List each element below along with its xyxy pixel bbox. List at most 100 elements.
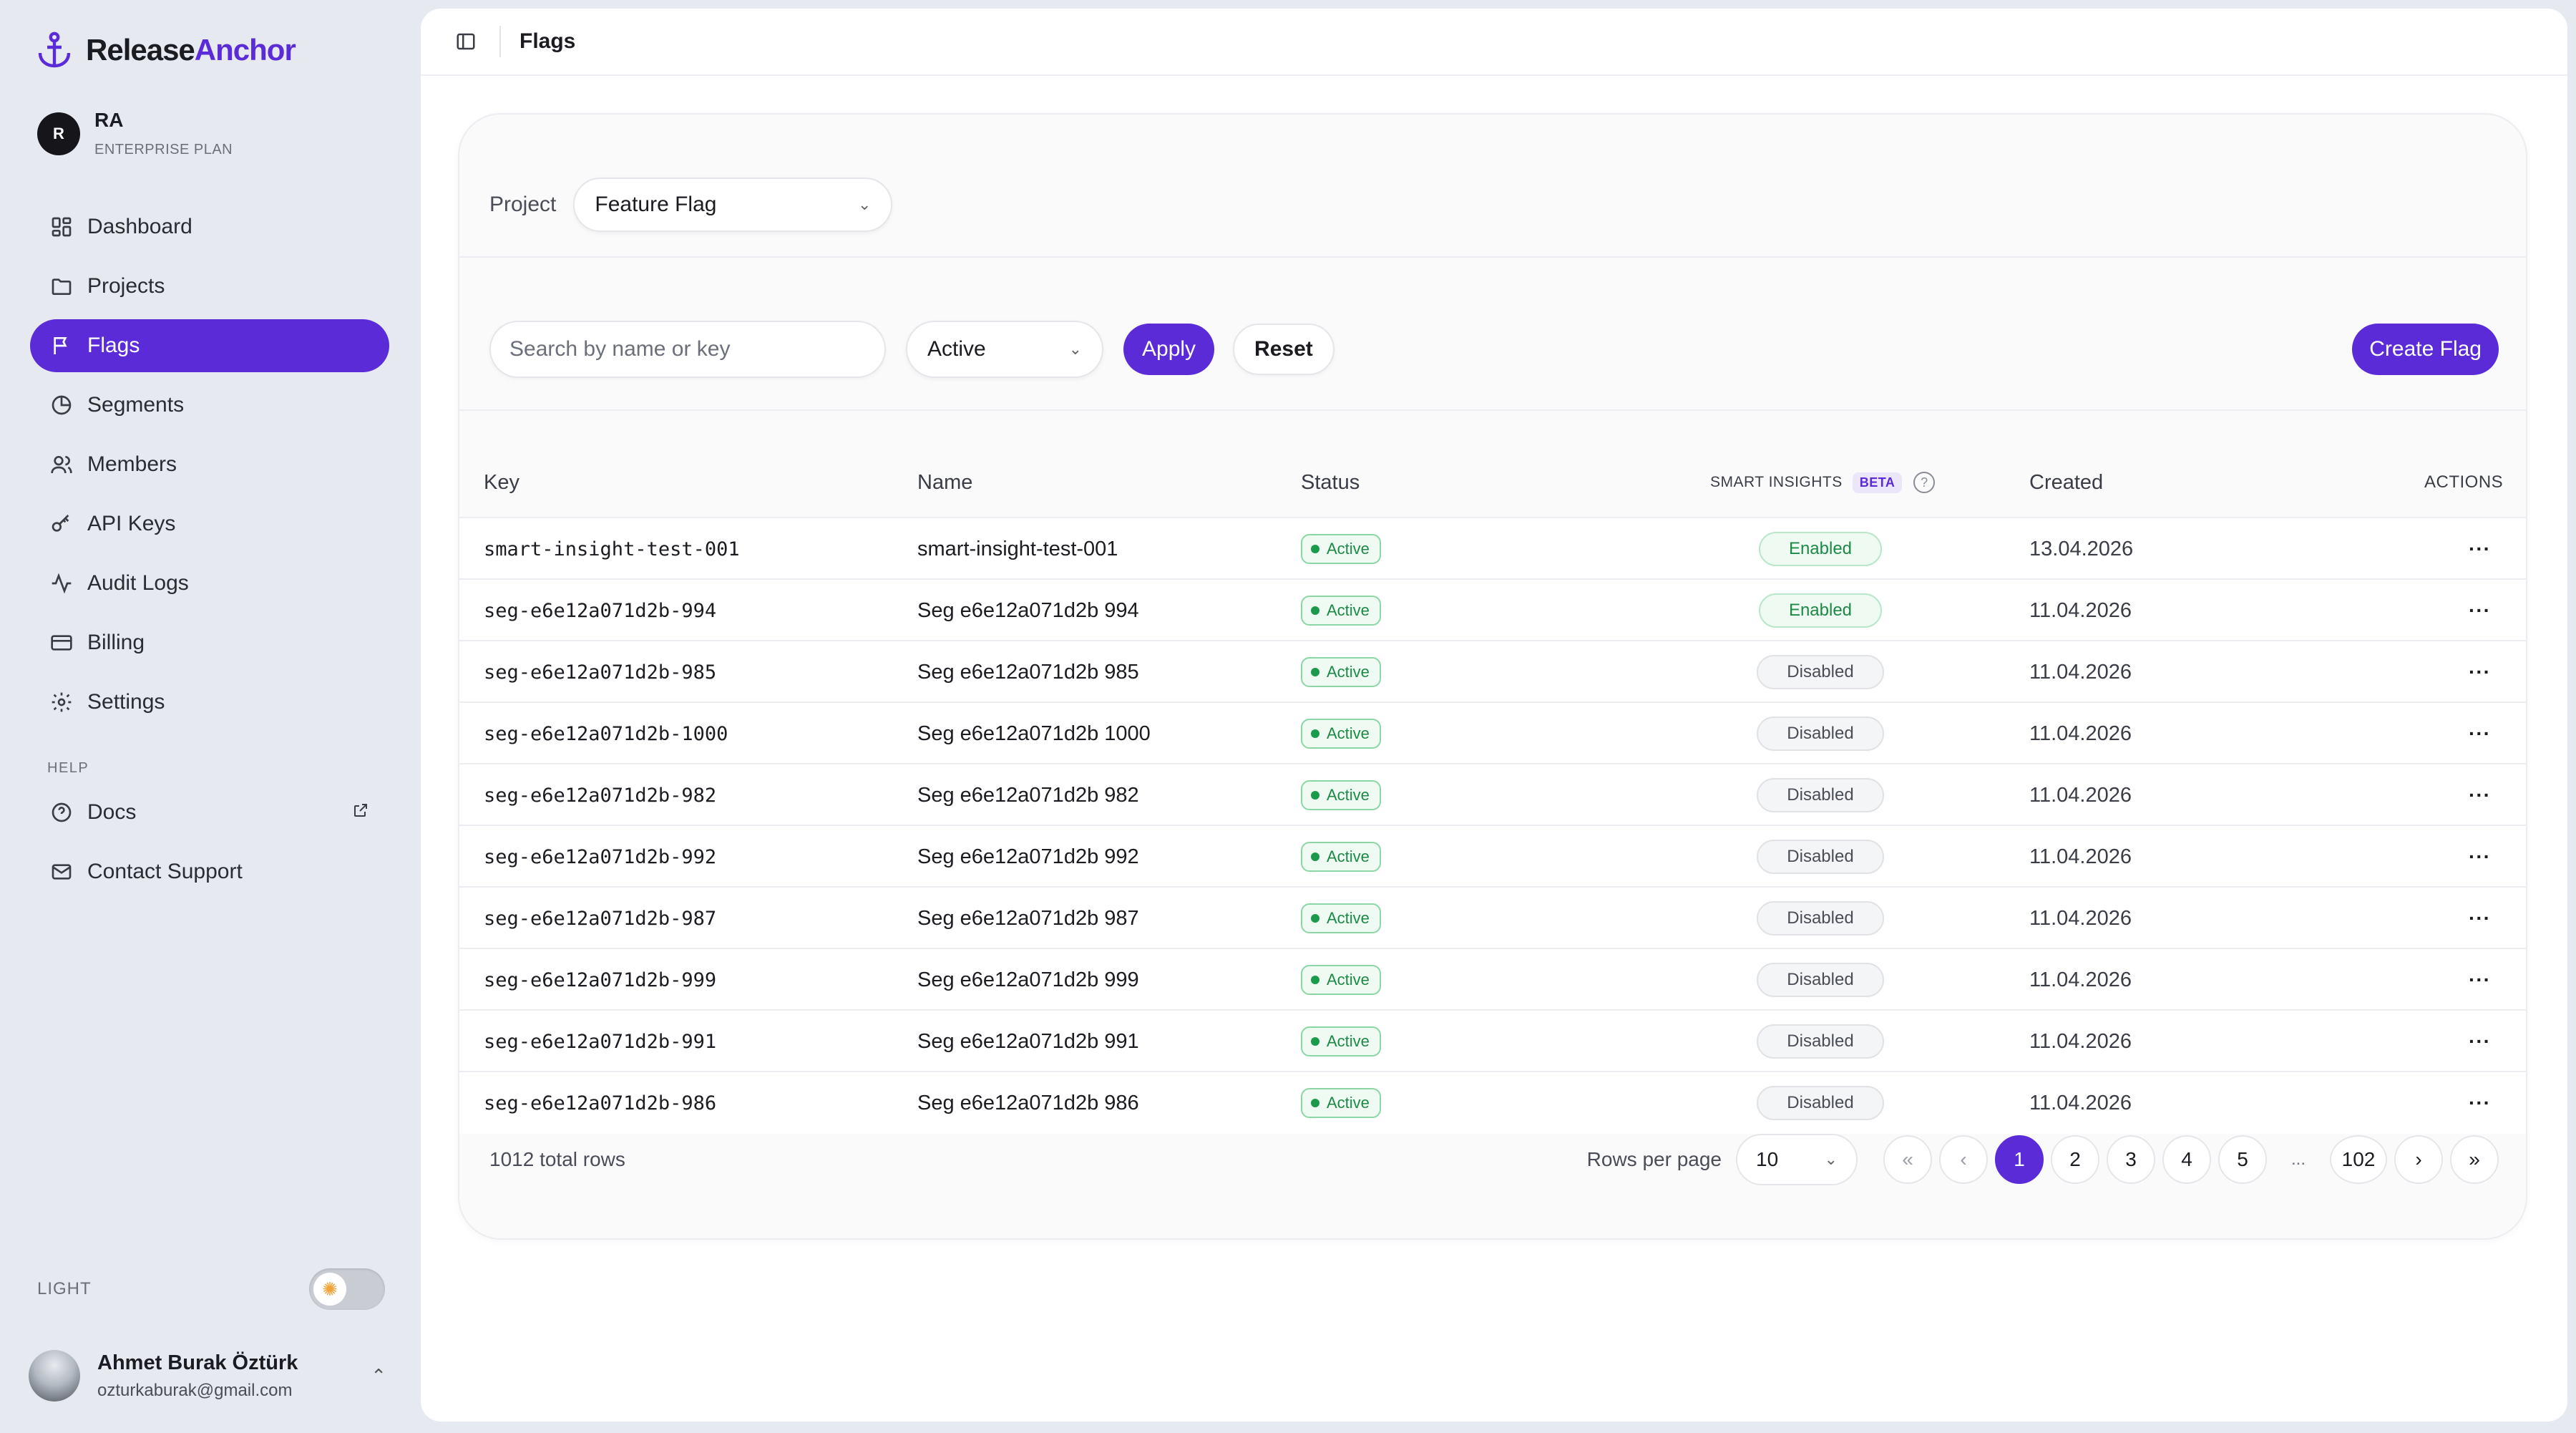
pie-icon: [52, 395, 72, 415]
nav-item-projects[interactable]: Projects: [30, 260, 389, 313]
sun-icon: ✺: [313, 1273, 346, 1306]
status-badge: Active: [1301, 534, 1381, 564]
more-actions-icon[interactable]: ···: [2469, 764, 2491, 826]
table-row[interactable]: seg-e6e12a071d2b-994 Seg e6e12a071d2b 99…: [459, 580, 2526, 641]
table-row[interactable]: seg-e6e12a071d2b-987 Seg e6e12a071d2b 98…: [459, 888, 2526, 949]
created-date: 11.04.2026: [2029, 968, 2132, 991]
divider: [499, 26, 501, 57]
more-actions-icon[interactable]: ···: [2469, 703, 2491, 764]
page-button[interactable]: 2: [2051, 1135, 2099, 1184]
chevron-down-icon: ⌄: [1068, 340, 1082, 358]
prev-page-button[interactable]: ‹: [1939, 1135, 1988, 1184]
first-page-button[interactable]: «: [1883, 1135, 1932, 1184]
org-avatar: R: [37, 112, 80, 155]
grid-icon: [52, 217, 72, 237]
table-row[interactable]: seg-e6e12a071d2b-991 Seg e6e12a071d2b 99…: [459, 1011, 2526, 1072]
table-row[interactable]: seg-e6e12a071d2b-982 Seg e6e12a071d2b 98…: [459, 764, 2526, 826]
project-selector-row: Project Feature Flag ⌄: [489, 178, 893, 232]
pagination-bar: 1012 total rows Rows per page 10 ⌄ « ‹ 1…: [489, 1132, 2499, 1187]
flag-name: Seg e6e12a071d2b 987: [917, 906, 1139, 930]
insight-badge[interactable]: Disabled: [1757, 963, 1884, 997]
column-header-status[interactable]: Status: [1301, 471, 1360, 495]
key-icon: [52, 515, 69, 532]
project-select[interactable]: Feature Flag ⌄: [573, 178, 893, 232]
insight-badge[interactable]: Disabled: [1757, 655, 1884, 689]
more-actions-icon[interactable]: ···: [2469, 641, 2491, 703]
status-badge: Active: [1301, 780, 1381, 810]
more-actions-icon[interactable]: ···: [2469, 888, 2491, 949]
status-filter-select[interactable]: Active ⌄: [906, 321, 1103, 378]
activity-icon: [52, 573, 72, 594]
nav-item-audit-logs[interactable]: Audit Logs: [30, 557, 389, 610]
flag-key: seg-e6e12a071d2b-985: [484, 661, 717, 684]
table-row[interactable]: seg-e6e12a071d2b-986 Seg e6e12a071d2b 98…: [459, 1072, 2526, 1134]
insight-badge[interactable]: Enabled: [1758, 593, 1883, 628]
more-actions-icon[interactable]: ···: [2469, 1072, 2491, 1134]
nav-label: Projects: [87, 274, 165, 298]
table-row[interactable]: seg-e6e12a071d2b-1000 Seg e6e12a071d2b 1…: [459, 703, 2526, 764]
anchor-icon: [38, 31, 71, 68]
nav-item-flags[interactable]: Flags: [30, 319, 389, 372]
more-actions-icon[interactable]: ···: [2469, 949, 2491, 1011]
more-actions-icon[interactable]: ···: [2469, 518, 2491, 580]
insight-badge[interactable]: Disabled: [1757, 716, 1884, 751]
next-page-button[interactable]: ›: [2394, 1135, 2443, 1184]
rows-per-page-select[interactable]: 10 ⌄: [1736, 1134, 1858, 1185]
insight-badge[interactable]: Disabled: [1757, 840, 1884, 874]
nav-item-members[interactable]: Members: [30, 438, 389, 491]
more-actions-icon[interactable]: ···: [2469, 826, 2491, 888]
user-email: ozturkaburak@gmail.com: [97, 1380, 293, 1400]
brand-logo[interactable]: ReleaseAnchor: [37, 31, 296, 69]
sidebar-toggle-icon[interactable]: [455, 31, 477, 52]
rows-per-page-label: Rows per page: [1586, 1148, 1722, 1170]
more-actions-icon[interactable]: ···: [2469, 580, 2491, 641]
column-header-name[interactable]: Name: [917, 471, 972, 495]
flag-key: seg-e6e12a071d2b-1000: [484, 722, 728, 745]
nav-label: Contact Support: [87, 860, 243, 883]
table-row[interactable]: smart-insight-test-001 smart-insight-tes…: [459, 518, 2526, 580]
project-select-value: Feature Flag: [595, 193, 717, 216]
nav-item-segments[interactable]: Segments: [30, 379, 389, 432]
page-button[interactable]: 4: [2162, 1135, 2211, 1184]
table-row[interactable]: seg-e6e12a071d2b-985 Seg e6e12a071d2b 98…: [459, 641, 2526, 703]
column-header-created[interactable]: Created: [2029, 471, 2103, 495]
more-actions-icon[interactable]: ···: [2469, 1011, 2491, 1072]
nav-item-settings[interactable]: Settings: [30, 676, 389, 729]
table-row[interactable]: seg-e6e12a071d2b-999 Seg e6e12a071d2b 99…: [459, 949, 2526, 1011]
reset-button[interactable]: Reset: [1233, 324, 1335, 375]
pager: « ‹ 1 2 3 4 5 ... 102 › »: [1883, 1135, 2499, 1184]
nav-item-billing[interactable]: Billing: [30, 616, 389, 669]
user-menu[interactable]: Ahmet Burak Öztürk ozturkaburak@gmail.co…: [29, 1350, 394, 1402]
theme-label: LIGHT: [37, 1279, 92, 1298]
page-button[interactable]: 3: [2107, 1135, 2155, 1184]
created-date: 11.04.2026: [2029, 722, 2132, 745]
flag-key: seg-e6e12a071d2b-992: [484, 845, 717, 868]
page-button[interactable]: 1: [1995, 1135, 2044, 1184]
insight-badge[interactable]: Disabled: [1757, 778, 1884, 812]
column-header-key[interactable]: Key: [484, 471, 519, 495]
insight-badge[interactable]: Enabled: [1758, 532, 1883, 566]
flag-name: Seg e6e12a071d2b 986: [917, 1091, 1139, 1114]
theme-toggle[interactable]: ✺: [309, 1268, 385, 1310]
search-input[interactable]: [489, 321, 886, 378]
beta-badge: BETA: [1852, 472, 1903, 493]
insight-badge[interactable]: Disabled: [1757, 1024, 1884, 1059]
nav-item-docs[interactable]: Docs: [30, 786, 389, 839]
table-row[interactable]: seg-e6e12a071d2b-992 Seg e6e12a071d2b 99…: [459, 826, 2526, 888]
divider: [459, 409, 2526, 411]
card-icon: [51, 635, 72, 651]
nav-item-contact-support[interactable]: Contact Support: [30, 845, 389, 898]
nav-item-api-keys[interactable]: API Keys: [30, 497, 389, 550]
create-flag-button[interactable]: Create Flag: [2352, 324, 2499, 375]
flag-name: Seg e6e12a071d2b 982: [917, 783, 1139, 807]
org-switcher[interactable]: R RA ENTERPRISE PLAN: [37, 109, 233, 158]
flag-icon: [54, 337, 67, 354]
last-page-button[interactable]: »: [2450, 1135, 2499, 1184]
nav-item-dashboard[interactable]: Dashboard: [30, 200, 389, 253]
apply-button[interactable]: Apply: [1123, 324, 1215, 375]
page-button[interactable]: 102: [2330, 1135, 2387, 1184]
help-icon[interactable]: ?: [1913, 472, 1936, 493]
insight-badge[interactable]: Disabled: [1757, 901, 1884, 936]
insight-badge[interactable]: Disabled: [1757, 1086, 1884, 1120]
page-button[interactable]: 5: [2218, 1135, 2267, 1184]
